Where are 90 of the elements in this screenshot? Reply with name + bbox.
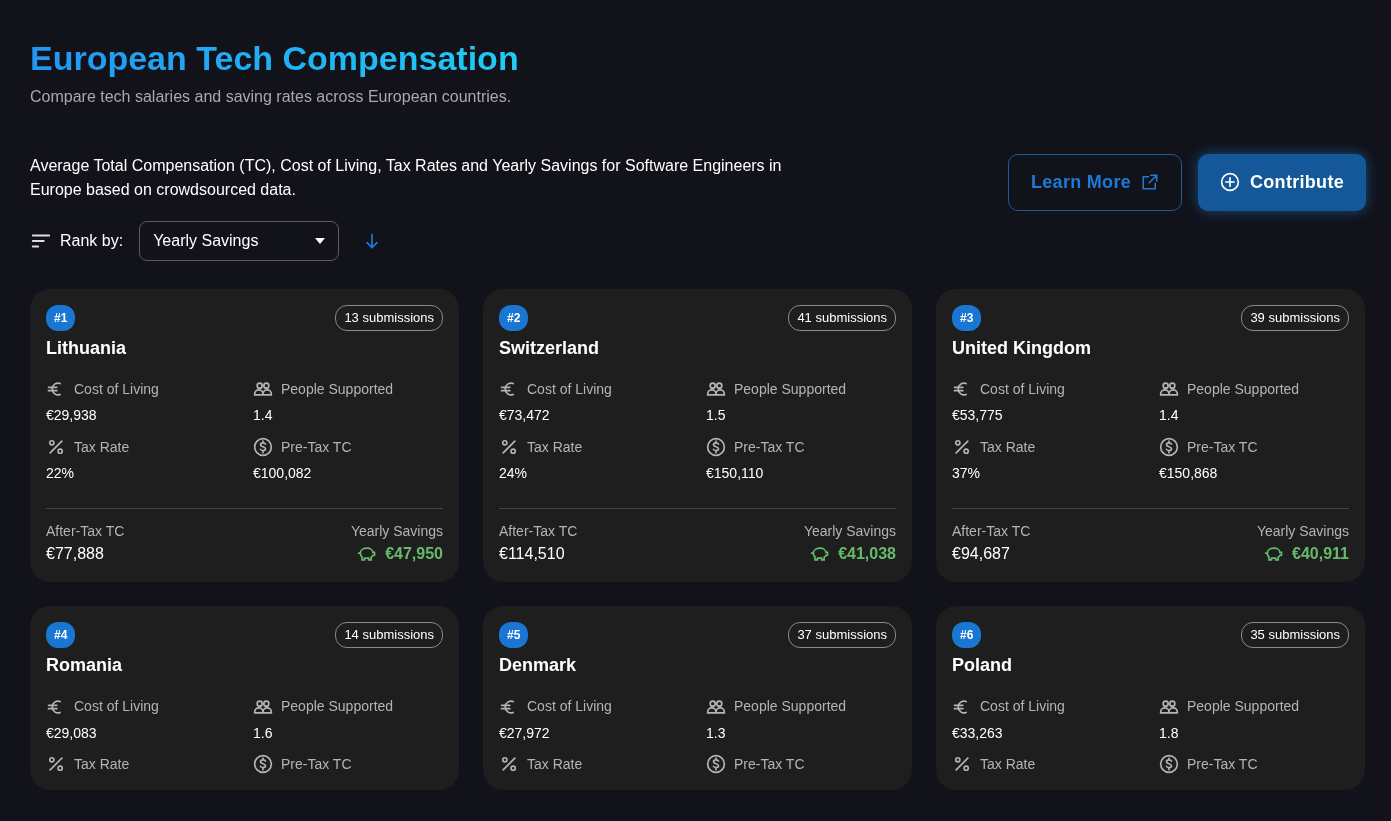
dollar-circle-icon: [706, 437, 726, 458]
stat-value: €150,110: [706, 465, 765, 482]
stat-label: Pre-Tax TC: [281, 438, 352, 456]
stat-value: €53,775: [952, 407, 1004, 425]
dollar-circle-icon: [1159, 754, 1179, 775]
piggy-bank-icon: [357, 544, 378, 564]
after-tax-label: After-Tax TC: [499, 522, 578, 541]
stat-value: 1.4: [253, 407, 274, 425]
savings-label: Yearly Savings: [1256, 522, 1349, 541]
rank-by-label: Rank by:: [60, 230, 124, 251]
stat-label: Pre-Tax TC: [1187, 755, 1258, 773]
stat-label: Tax Rate: [527, 755, 583, 773]
submissions-badge: 37 submissions: [788, 622, 896, 648]
stat-value: 1.3: [706, 724, 727, 742]
stat-label: Tax Rate: [74, 438, 130, 456]
stat-label: People Supported: [734, 698, 847, 715]
after-tax-label: After-Tax TC: [952, 522, 1031, 541]
stat-value: €100,082: [253, 465, 313, 482]
stat-label: Pre-Tax TC: [281, 755, 352, 773]
stat-label: People Supported: [281, 381, 394, 398]
stat-label: Cost of Living: [980, 698, 1065, 715]
stat-label: Cost of Living: [980, 381, 1065, 398]
stat-value: €29,083: [46, 724, 98, 742]
stat-label: Pre-Tax TC: [734, 755, 805, 773]
rank-by-dropdown[interactable]: Yearly Savings: [139, 220, 340, 261]
stat-value: 37%: [952, 465, 982, 482]
stat-label: People Supported: [1187, 698, 1300, 715]
stat-label: Tax Rate: [980, 438, 1036, 456]
stat-label: Tax Rate: [980, 755, 1036, 773]
stat-value: 1.4: [1159, 407, 1180, 425]
after-tax-label: After-Tax TC: [46, 522, 125, 541]
after-tax-value: €77,888: [46, 544, 105, 564]
stat-label: Pre-Tax TC: [1187, 438, 1258, 456]
rank-badge: #4: [46, 622, 76, 648]
stat-value: €27,972: [499, 724, 551, 742]
rank-badge: #6: [952, 622, 982, 648]
stat-value: €150,868: [1159, 465, 1219, 482]
country-name: Poland: [952, 655, 1013, 677]
rank-badge: #3: [952, 304, 982, 331]
submissions-badge: 13 submissions: [335, 305, 443, 331]
submissions-badge: 35 submissions: [1241, 622, 1349, 648]
learn-more-button[interactable]: Learn More: [1008, 153, 1182, 211]
savings-label: Yearly Savings: [350, 522, 443, 541]
rank-badge: #1: [46, 304, 76, 331]
rank-badge: #2: [499, 304, 529, 331]
stat-label: People Supported: [1187, 381, 1300, 398]
stat-value: 1.8: [1159, 724, 1180, 742]
external-link-icon: [1141, 173, 1159, 192]
after-tax-value: €114,510: [499, 544, 566, 564]
country-name: Lithuania: [46, 337, 127, 360]
stat-value: €33,263: [952, 724, 1004, 742]
dollar-circle-icon: [1159, 437, 1179, 458]
submissions-badge: 14 submissions: [335, 622, 443, 648]
after-tax-value: €94,687: [952, 544, 1011, 564]
country-name: Switzerland: [499, 337, 601, 360]
rank-badge: #5: [499, 622, 529, 648]
submissions-badge: 41 submissions: [788, 305, 896, 331]
piggy-bank-icon: [810, 544, 831, 564]
stat-value: 24%: [499, 465, 529, 482]
stat-label: Tax Rate: [527, 438, 583, 456]
contribute-button[interactable]: Contribute: [1198, 153, 1366, 211]
dollar-circle-icon: [253, 437, 273, 458]
stat-label: Cost of Living: [74, 381, 159, 398]
dollar-circle-icon: [706, 754, 726, 775]
stat-label: Pre-Tax TC: [734, 438, 805, 456]
country-name: Denmark: [499, 655, 578, 677]
savings-label: Yearly Savings: [803, 522, 896, 541]
savings-value: €40,911: [1292, 544, 1349, 564]
stat-value: €29,938: [46, 407, 98, 425]
piggy-bank-icon: [1264, 544, 1285, 564]
stat-value: €73,472: [499, 407, 551, 425]
stat-label: People Supported: [734, 381, 847, 398]
stat-value: 22%: [46, 465, 76, 482]
stat-label: Cost of Living: [527, 698, 612, 715]
page-subtitle: Compare tech salaries and saving rates across European countries.: [30, 86, 513, 107]
stat-label: Cost of Living: [74, 698, 159, 715]
stat-label: Tax Rate: [74, 755, 130, 773]
submissions-badge: 39 submissions: [1241, 305, 1349, 331]
country-name: Romania: [46, 655, 124, 677]
savings-value: €41,038: [838, 544, 896, 564]
description-text: Average Total Compensation (TC), Cost of Living, Tax Rates and Yearly Savings for Software Engineers in Europe based on crowdsourced data.: [30, 155, 783, 200]
caret-down-icon: [315, 237, 326, 244]
plus-circle-icon: [1220, 172, 1240, 193]
stat-label: Cost of Living: [527, 381, 612, 398]
country-name: United Kingdom: [952, 337, 1092, 360]
savings-value: €47,950: [385, 544, 443, 564]
dollar-circle-icon: [253, 754, 273, 775]
stat-value: 1.6: [253, 724, 274, 742]
stat-value: 1.5: [706, 407, 727, 425]
stat-label: People Supported: [281, 698, 394, 715]
